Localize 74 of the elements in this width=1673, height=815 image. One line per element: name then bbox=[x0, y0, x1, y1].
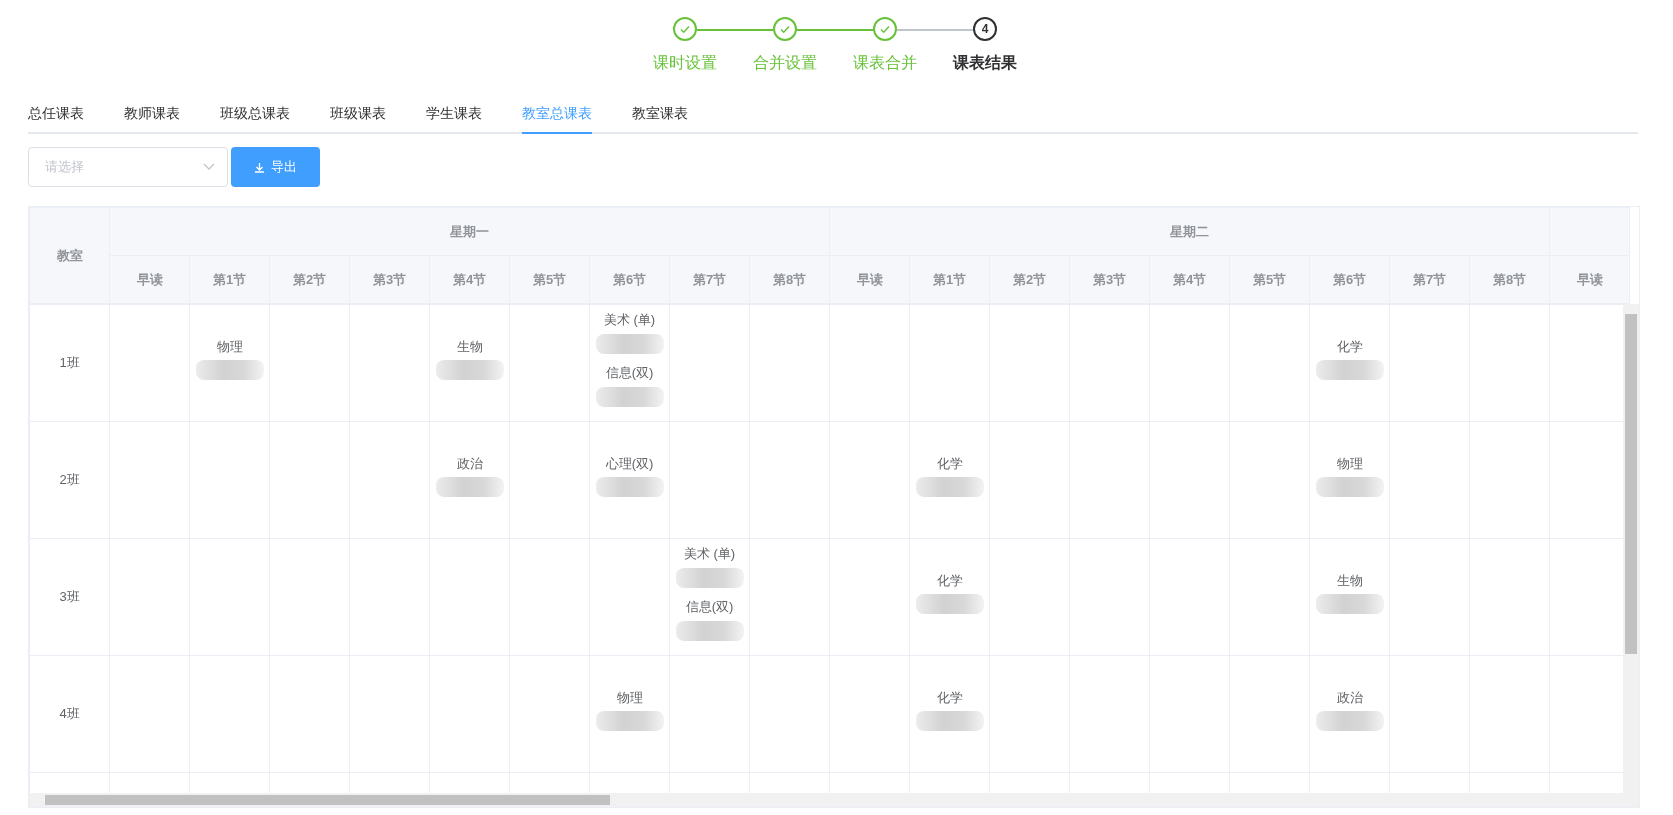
subject-text: 化学 bbox=[935, 571, 964, 590]
period-header: 第4节 bbox=[429, 255, 510, 304]
subject-text: 物理 bbox=[215, 337, 244, 356]
period-header: 第8节 bbox=[1469, 255, 1550, 304]
period-header: 第3节 bbox=[1069, 255, 1150, 304]
column-header: 教室 bbox=[29, 207, 110, 304]
period-header: 早读 bbox=[1549, 255, 1630, 304]
subject-text: 美术 (单) bbox=[682, 545, 737, 563]
blurred-block bbox=[595, 477, 664, 497]
subject-text: 物理 bbox=[615, 688, 644, 707]
step-label: 合并设置 bbox=[753, 53, 817, 73]
vertical-scrollbar[interactable] bbox=[1623, 304, 1639, 793]
blurred-block bbox=[915, 711, 984, 731]
blurred-block bbox=[675, 567, 744, 588]
tab[interactable]: 学生课表 bbox=[426, 103, 482, 134]
blurred-block bbox=[595, 711, 664, 731]
period-header: 第3节 bbox=[349, 255, 430, 304]
subject-text: 政治 bbox=[455, 454, 484, 473]
room-cell: 2班 bbox=[29, 421, 110, 539]
period-header: 第1节 bbox=[189, 255, 270, 304]
period-header: 第7节 bbox=[669, 255, 750, 304]
blurred-block bbox=[435, 360, 504, 380]
select-field[interactable]: 请选择 bbox=[28, 147, 228, 187]
step-number: 4 bbox=[973, 17, 997, 41]
tab[interactable]: 班级课表 bbox=[330, 103, 386, 134]
room-cell: 4班 bbox=[29, 655, 110, 773]
subject-text: 美术 (单) bbox=[602, 311, 657, 329]
blurred-block bbox=[675, 620, 744, 641]
chevron-down-icon bbox=[203, 163, 215, 171]
tab[interactable]: 总任课表 bbox=[28, 103, 84, 134]
subject-text: 生物 bbox=[1335, 571, 1364, 590]
subject-text: 信息(双) bbox=[604, 364, 655, 382]
subject-text: 化学 bbox=[935, 454, 964, 473]
step-label: 课表合并 bbox=[853, 53, 917, 73]
day-header: 星期二 bbox=[829, 207, 1550, 256]
room-cell: 1班 bbox=[29, 304, 110, 422]
blurred-block bbox=[595, 333, 664, 354]
day-header: 星期一 bbox=[109, 207, 830, 256]
subject-text: 信息(双) bbox=[684, 598, 735, 616]
subject-text: 政治 bbox=[1335, 688, 1364, 707]
room-cell: 3班 bbox=[29, 538, 110, 656]
horizontal-scrollbar[interactable] bbox=[29, 793, 1639, 807]
subject-text: 化学 bbox=[1335, 337, 1364, 356]
subject-text: 物理 bbox=[1335, 454, 1364, 473]
download-icon bbox=[254, 161, 265, 173]
period-header: 第5节 bbox=[1229, 255, 1310, 304]
period-header: 第2节 bbox=[989, 255, 1070, 304]
period-header: 第4节 bbox=[1149, 255, 1230, 304]
step-label: 课时设置 bbox=[653, 53, 717, 73]
tab[interactable]: 班级总课表 bbox=[220, 103, 290, 134]
period-header: 第6节 bbox=[589, 255, 670, 304]
subject-text: 生物 bbox=[455, 337, 484, 356]
period-header: 第6节 bbox=[1309, 255, 1390, 304]
blurred-block bbox=[1315, 477, 1384, 497]
period-header: 早读 bbox=[109, 255, 190, 304]
blurred-block bbox=[1315, 594, 1384, 614]
blurred-block bbox=[1315, 360, 1384, 380]
blurred-block bbox=[195, 360, 264, 380]
period-header: 第8节 bbox=[749, 255, 830, 304]
blurred-block bbox=[435, 477, 504, 497]
period-header: 早读 bbox=[829, 255, 910, 304]
blurred-block bbox=[915, 477, 984, 497]
period-header: 第5节 bbox=[509, 255, 590, 304]
tab[interactable]: 教室课表 bbox=[632, 103, 688, 134]
period-header: 第2节 bbox=[269, 255, 350, 304]
tab[interactable]: 教师课表 bbox=[124, 103, 180, 134]
blurred-block bbox=[915, 594, 984, 614]
period-header: 第1节 bbox=[909, 255, 990, 304]
step-label: 课表结果 bbox=[953, 53, 1017, 73]
subject-text: 化学 bbox=[935, 688, 964, 707]
subject-text: 心理(双) bbox=[604, 454, 655, 473]
period-header: 第7节 bbox=[1389, 255, 1470, 304]
blurred-block bbox=[595, 386, 664, 407]
blurred-block bbox=[1315, 711, 1384, 731]
